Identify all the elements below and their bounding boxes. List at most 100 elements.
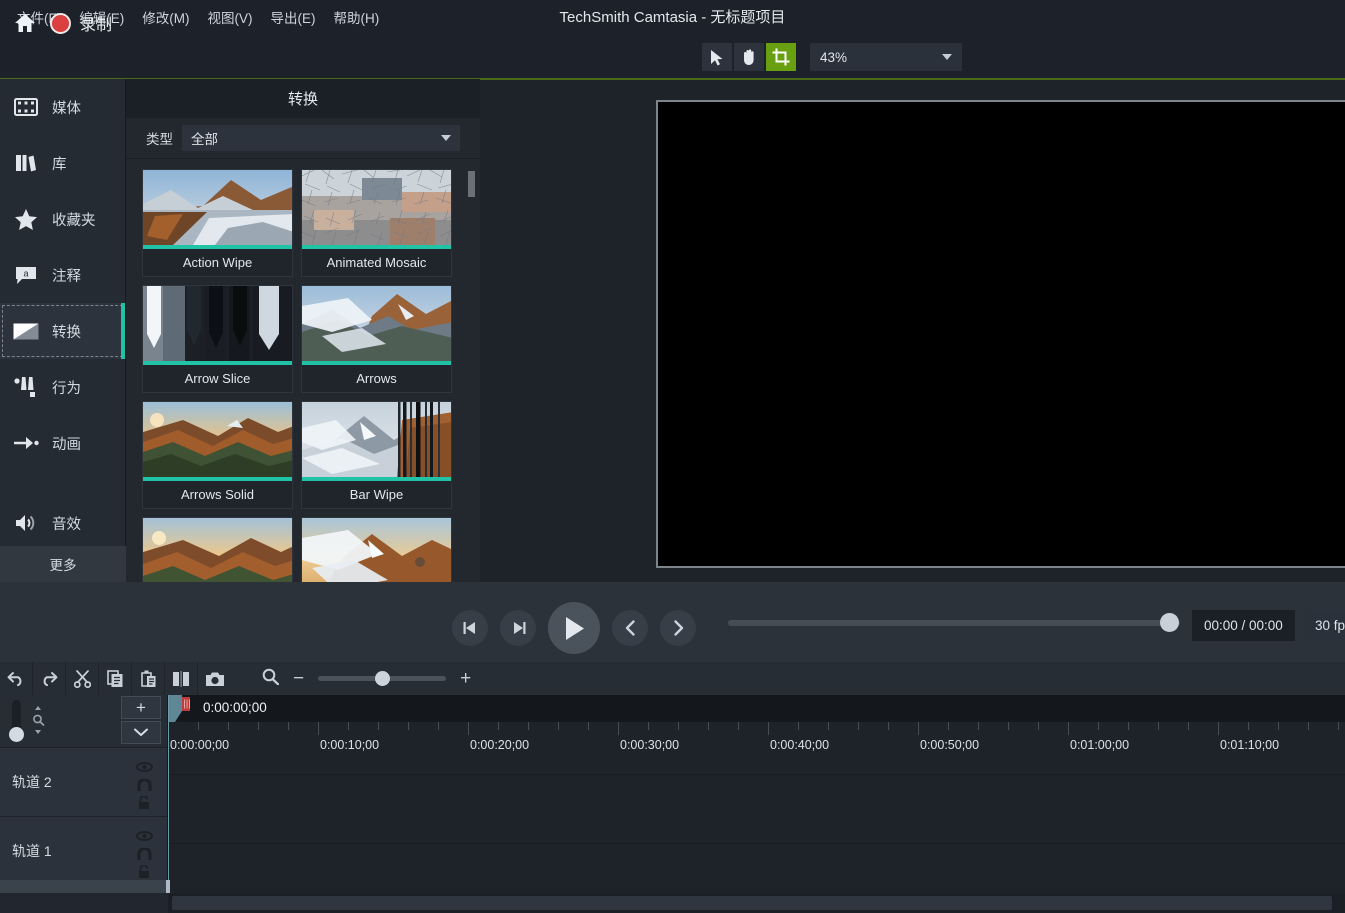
transition-card[interactable]: Arrows [301, 285, 452, 393]
menu-export[interactable]: 导出(E) [262, 4, 325, 30]
magnifier-icon[interactable] [262, 668, 280, 690]
cursor-tool[interactable] [702, 43, 732, 71]
sidebar-item-annotations[interactable]: a 注释 [0, 247, 125, 303]
copy-button[interactable] [99, 662, 132, 695]
bottom-scrollbar-area [0, 893, 1345, 913]
transition-card[interactable]: Arrows Solid [142, 401, 293, 509]
panel-splitter-handle[interactable] [166, 880, 170, 894]
crop-tool[interactable] [766, 43, 796, 71]
sidebar-item-transitions[interactable]: 转换 [0, 303, 125, 359]
transition-thumbnail [143, 286, 292, 361]
sidebar-more-button[interactable]: 更多 [0, 546, 126, 582]
redo-button[interactable] [33, 662, 66, 695]
undo-button[interactable] [0, 662, 33, 695]
transition-card[interactable]: Action Wipe [142, 169, 293, 277]
transition-card[interactable] [142, 517, 293, 582]
sidebar-item-audio-effects[interactable]: 音效 [0, 495, 125, 551]
record-button[interactable]: 录制 [50, 7, 112, 39]
transition-label: Arrows Solid [181, 487, 254, 502]
magnet-icon[interactable] [135, 778, 153, 792]
home-button[interactable] [10, 8, 40, 38]
track-height-slider[interactable] [9, 700, 24, 742]
cut-button[interactable] [66, 662, 99, 695]
zoom-out-button[interactable]: − [293, 669, 304, 688]
playhead-handle[interactable] [168, 695, 193, 722]
track-header-row[interactable]: 轨道 2 [0, 747, 167, 816]
transition-card[interactable] [301, 517, 452, 582]
ruler-label: 0:00:50;00 [920, 738, 980, 752]
sidebar-item-favorites[interactable]: 收藏夹 [0, 191, 125, 247]
track-lane[interactable] [168, 774, 1345, 843]
playback-scrubber[interactable] [728, 613, 1180, 632]
playhead-row[interactable]: 0:00:00;00 [168, 695, 1345, 722]
play-button[interactable] [548, 602, 600, 654]
ruler-tick-minor [1248, 722, 1249, 730]
add-track-button[interactable]: + [121, 696, 161, 719]
track-toggle-group [135, 760, 153, 810]
camtasia-window: 文件(F) 编辑(E) 修改(M) 视图(V) 导出(E) 帮助(H) Tech… [0, 0, 1345, 913]
paste-icon [140, 670, 155, 687]
ruler-tick-minor [228, 722, 229, 730]
hand-icon [744, 49, 754, 65]
bottom-left-filler [0, 893, 168, 913]
previous-frame-button[interactable] [452, 610, 488, 646]
collapse-tracks-button[interactable] [121, 721, 161, 744]
transition-type-select[interactable]: 全部 [182, 125, 460, 151]
scrollbar-thumb[interactable] [468, 171, 475, 197]
next-frame-button[interactable] [500, 610, 536, 646]
sidebar-item-animations[interactable]: 动画 [0, 415, 125, 471]
eye-icon[interactable] [135, 829, 153, 843]
menu-help[interactable]: 帮助(H) [325, 4, 389, 30]
ruler-tick-minor [798, 722, 799, 730]
jump-forward-button[interactable] [660, 610, 696, 646]
playhead-line [168, 695, 169, 893]
transition-thumbnail [302, 402, 451, 477]
menu-view[interactable]: 视图(V) [199, 4, 262, 30]
split-button[interactable] [165, 662, 198, 695]
film-strip-icon [13, 94, 39, 120]
split-icon [173, 670, 189, 687]
zoom-slider-knob[interactable] [375, 671, 391, 686]
track-header-row[interactable]: 轨道 1 [0, 816, 167, 885]
ruler-tick-minor [678, 722, 679, 730]
transitions-grid-scroll[interactable]: Action Wipe Animated Mosaic Arrow Slice … [126, 160, 480, 582]
transition-thumbnail [302, 286, 451, 361]
sidebar-item-library[interactable]: 库 [0, 135, 125, 191]
zoom-in-button[interactable]: + [460, 669, 471, 688]
timeline-ruler[interactable]: 0:00:00;00 0:00:10;00 0:00:20;00 0:00:30… [168, 722, 1345, 774]
video-canvas[interactable] [656, 100, 1345, 568]
sidebar-label-behaviors: 行为 [52, 380, 81, 397]
timeline-toolbar: − + [0, 662, 1345, 695]
timeline-horizontal-scrollbar-thumb[interactable] [172, 896, 1332, 910]
jump-back-button[interactable] [612, 610, 648, 646]
sidebar-item-media[interactable]: 媒体 [0, 79, 125, 135]
ruler-tick-minor [978, 722, 979, 730]
ruler-tick-minor [288, 722, 289, 730]
lock-icon[interactable] [135, 865, 153, 879]
timeline-zoom-group: − + [262, 662, 471, 695]
scrubber-knob[interactable] [1160, 613, 1179, 632]
menu-bar: 文件(F) 编辑(E) 修改(M) 视图(V) 导出(E) 帮助(H) [0, 0, 1345, 34]
paste-button[interactable] [132, 662, 165, 695]
transition-card[interactable]: Animated Mosaic [301, 169, 452, 277]
zoom-level-select[interactable]: 43% [810, 43, 962, 71]
books-icon [13, 150, 39, 176]
transition-card[interactable]: Bar Wipe [301, 401, 452, 509]
timeline-canvas[interactable]: 0:00:00;00 0:00:00;00 0:00:10;00 0:00:20… [168, 695, 1345, 912]
transition-card[interactable]: Arrow Slice [142, 285, 293, 393]
timeline-zoom-slider[interactable] [318, 671, 447, 686]
magnifier-vertical-icon[interactable] [30, 706, 46, 739]
eye-icon[interactable] [135, 760, 153, 774]
playback-controls [452, 602, 696, 654]
home-icon [15, 14, 35, 32]
magnet-icon[interactable] [135, 847, 153, 861]
hand-tool[interactable] [734, 43, 764, 71]
callout-icon: a [13, 262, 39, 288]
track-height-slider-knob[interactable] [9, 727, 24, 742]
chevron-right-icon [673, 620, 683, 636]
track-toggle-group [135, 829, 153, 879]
sidebar-item-behaviors[interactable]: 行为 [0, 359, 125, 415]
lock-icon[interactable] [135, 796, 153, 810]
menu-modify[interactable]: 修改(M) [133, 4, 198, 30]
screenshot-button[interactable] [198, 662, 231, 695]
